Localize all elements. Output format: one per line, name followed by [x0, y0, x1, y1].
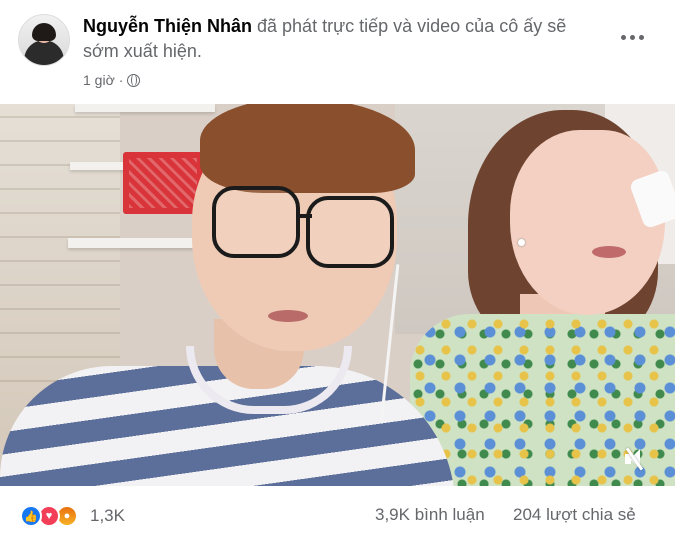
more-options-icon[interactable] [612, 22, 652, 52]
reactions-summary[interactable]: 👍 ♥ ● 1,3K [20, 505, 125, 527]
facebook-post: Nguyễn Thiện Nhân đã phát trực tiếp và v… [0, 0, 675, 539]
post-meta: 1 giờ · [83, 72, 141, 88]
glasses [212, 186, 300, 258]
person-right [510, 130, 665, 315]
globe-icon[interactable] [127, 73, 141, 87]
red-basket [123, 152, 203, 214]
like-icon: 👍 [20, 505, 42, 527]
author-avatar[interactable] [18, 14, 70, 66]
shares-count[interactable]: 204 lượt chia sẻ [513, 505, 636, 525]
post-time[interactable]: 1 giờ [83, 72, 115, 88]
post-header: Nguyễn Thiện Nhân đã phát trực tiếp và v… [83, 14, 603, 64]
live-video[interactable] [0, 104, 675, 486]
comments-count[interactable]: 3,9K bình luận [375, 505, 485, 525]
reaction-count: 1,3K [90, 506, 125, 525]
speaker-muted-icon[interactable] [625, 447, 651, 471]
author-name[interactable]: Nguyễn Thiện Nhân [83, 16, 252, 36]
